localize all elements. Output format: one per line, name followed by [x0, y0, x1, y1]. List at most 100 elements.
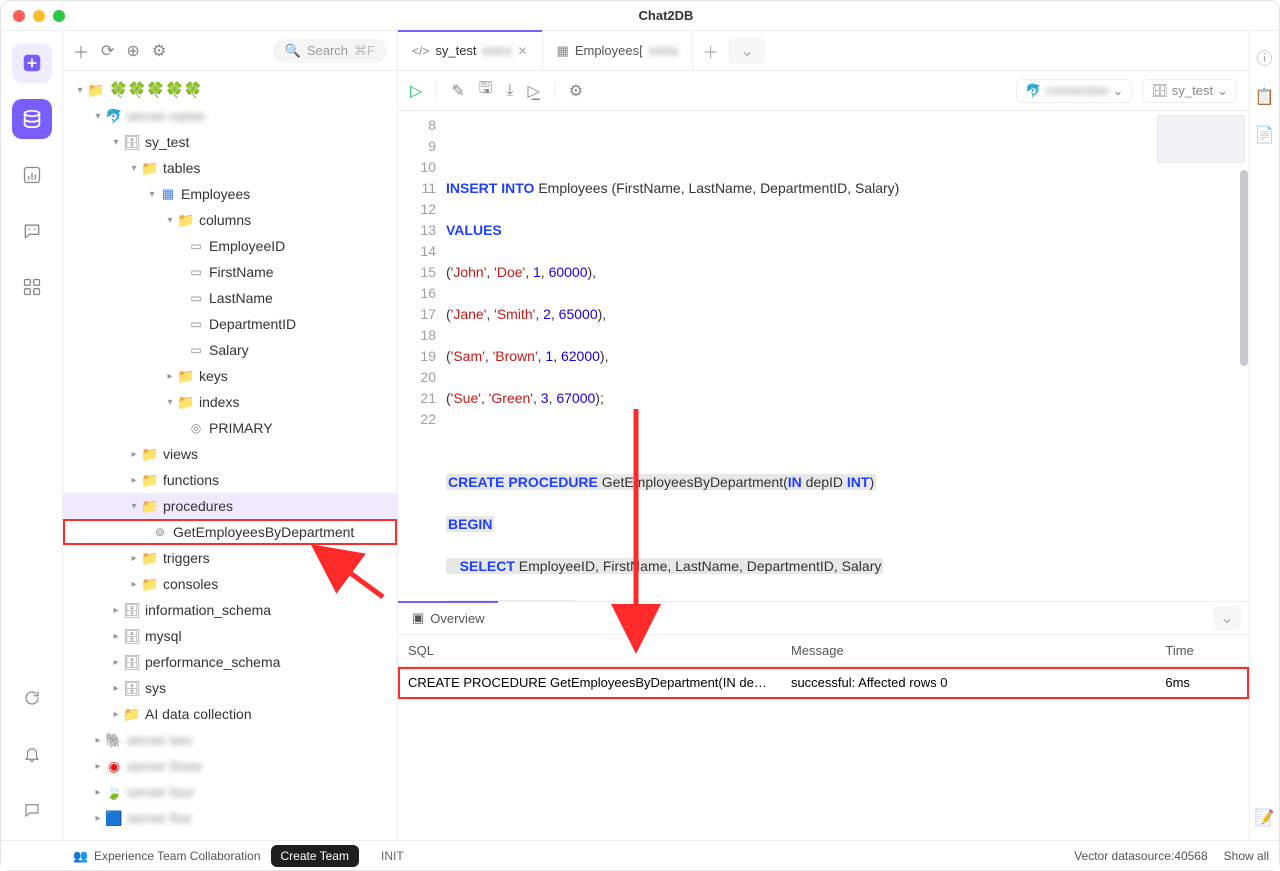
- col-header-sql[interactable]: SQL: [398, 635, 781, 667]
- add-icon[interactable]: ＋: [73, 39, 89, 63]
- close-window[interactable]: [13, 10, 25, 22]
- nav-refresh[interactable]: [12, 678, 52, 718]
- column-icon: ▭: [187, 317, 205, 331]
- database-small-icon: 🗄: [1151, 83, 1168, 99]
- column-icon: ▭: [187, 239, 205, 253]
- mysql-icon: 🐬: [1025, 83, 1041, 99]
- tree-consoles[interactable]: ▸📁consoles: [63, 571, 397, 597]
- results-row[interactable]: CREATE PROCEDURE GetEmployeesByDepartmen…: [398, 667, 1249, 699]
- tree-database[interactable]: ▸🗄sys: [63, 675, 397, 701]
- info-icon[interactable]: ⓘ: [1256, 45, 1272, 69]
- maximize-window[interactable]: [53, 10, 65, 22]
- chevron-down-icon: ⌄: [1217, 83, 1228, 99]
- col-header-message[interactable]: Message: [781, 635, 1155, 667]
- tab-bar: sy_test extra ✕ Employees[ extra ＋ ⌄: [398, 31, 1249, 71]
- scrollbar[interactable]: [1239, 111, 1249, 601]
- nav-chat[interactable]: [12, 211, 52, 251]
- tree-index-primary[interactable]: ◎PRIMARY: [63, 415, 397, 441]
- tree-server[interactable]: ▾🐬server name: [63, 103, 397, 129]
- tree-ai-data[interactable]: ▸📁AI data collection: [63, 701, 397, 727]
- clipboard-icon[interactable]: 📋: [1255, 87, 1275, 107]
- tree-database[interactable]: ▾🗄sy_test: [63, 129, 397, 155]
- table-icon: ▦: [159, 186, 177, 202]
- chevron-down-icon: ⌄: [1112, 83, 1123, 99]
- tab-label: sy_test: [435, 43, 476, 58]
- tree-root[interactable]: ▾📁🍀🍀🍀🍀🍀: [63, 77, 397, 103]
- tree-keys-folder[interactable]: ▸📁keys: [63, 363, 397, 389]
- tree-database[interactable]: ▸🗄information_schema: [63, 597, 397, 623]
- tree-column[interactable]: ▭EmployeeID: [63, 233, 397, 259]
- results-tab-overview[interactable]: ▣Overview: [398, 602, 498, 634]
- connection-tree[interactable]: ▾📁🍀🍀🍀🍀🍀 ▾🐬server name ▾🗄sy_test ▾📁tables…: [63, 71, 397, 840]
- close-tab-icon[interactable]: ✕: [517, 44, 527, 58]
- code-editor[interactable]: 89101112131415 ▷16 171819202122 INSERT I…: [398, 111, 1249, 601]
- nav-apps[interactable]: [12, 267, 52, 307]
- settings-icon[interactable]: ⚙: [569, 81, 583, 101]
- status-show-all[interactable]: Show all: [1224, 849, 1269, 863]
- add-tab-button[interactable]: ＋: [693, 31, 729, 70]
- tree-server[interactable]: ▸🍃server four: [63, 779, 397, 805]
- nav-database[interactable]: [12, 99, 52, 139]
- tree-column[interactable]: ▭Salary: [63, 337, 397, 363]
- tree-column[interactable]: ▭FirstName: [63, 259, 397, 285]
- tree-procedures[interactable]: ▾📁procedures: [63, 493, 397, 519]
- code-area[interactable]: INSERT INTO Employees (FirstName, LastNa…: [446, 111, 1249, 601]
- magic-wand-icon[interactable]: ✎: [451, 81, 464, 101]
- team-collab[interactable]: 👥 Experience Team Collaboration: [73, 849, 261, 863]
- download-icon[interactable]: ⤓: [506, 82, 513, 100]
- tree-tables[interactable]: ▾📁tables: [63, 155, 397, 181]
- gear-icon[interactable]: ⚙: [152, 41, 166, 61]
- tree-column[interactable]: ▭LastName: [63, 285, 397, 311]
- sidebar-search[interactable]: 🔍 Search ⌘F: [273, 39, 387, 63]
- nav-chart[interactable]: [12, 155, 52, 195]
- save-icon[interactable]: 🖫: [479, 77, 493, 104]
- users-icon: 👥: [73, 849, 88, 863]
- target-icon[interactable]: ⊕: [126, 41, 139, 61]
- tree-server[interactable]: ▸🐘server two: [63, 727, 397, 753]
- column-icon: ▭: [187, 343, 205, 357]
- col-header-time[interactable]: Time: [1155, 635, 1249, 667]
- postgres-icon: 🐘: [105, 732, 123, 749]
- apps-icon: [22, 277, 42, 297]
- minimize-window[interactable]: [33, 10, 45, 22]
- run-button[interactable]: ▷: [410, 81, 422, 101]
- code-icon: [412, 43, 429, 58]
- tree-database[interactable]: ▸🗄mysql: [63, 623, 397, 649]
- nav-feedback[interactable]: [12, 790, 52, 830]
- minimap[interactable]: [1157, 115, 1245, 163]
- connection-selector[interactable]: 🐬connection⌄: [1016, 79, 1132, 103]
- tree-indexes-folder[interactable]: ▾📁indexs: [63, 389, 397, 415]
- database-selector[interactable]: 🗄sy_test⌄: [1142, 79, 1237, 103]
- message-icon: [23, 801, 41, 819]
- tabs-dropdown[interactable]: ⌄: [729, 37, 765, 64]
- tree-table-employees[interactable]: ▾▦Employees: [63, 181, 397, 207]
- tree-procedure-item[interactable]: ⊚GetEmployeesByDepartment: [63, 519, 397, 545]
- tree-triggers[interactable]: ▸📁triggers: [63, 545, 397, 571]
- tree-server[interactable]: ▸◉server three: [63, 753, 397, 779]
- tree-column[interactable]: ▭DepartmentID: [63, 311, 397, 337]
- paste-icon[interactable]: 📄: [1255, 125, 1275, 145]
- note-icon[interactable]: 📝: [1255, 808, 1275, 828]
- tree-columns-folder[interactable]: ▾📁columns: [63, 207, 397, 233]
- run-selection-icon[interactable]: ▷̲: [527, 81, 539, 101]
- nav-home[interactable]: [12, 43, 52, 83]
- titlebar: Chat2DB: [1, 1, 1279, 31]
- tree-views[interactable]: ▸📁views: [63, 441, 397, 467]
- database-icon: [21, 108, 43, 130]
- tree-database[interactable]: ▸🗄performance_schema: [63, 649, 397, 675]
- tab-employees[interactable]: Employees[ extra: [543, 31, 693, 70]
- tree-server[interactable]: ▸🟦server five: [63, 805, 397, 831]
- cell-sql: CREATE PROCEDURE GetEmployeesByDepartmen…: [398, 667, 781, 699]
- cell-time: 6ms: [1155, 667, 1249, 699]
- right-rail: ⓘ 📋 📄 📝: [1249, 31, 1279, 840]
- tree-functions[interactable]: ▸📁functions: [63, 467, 397, 493]
- plus-square-icon: [21, 52, 43, 74]
- column-icon: ▭: [187, 265, 205, 279]
- results-dropdown[interactable]: ⌄: [1213, 606, 1241, 630]
- tab-sy-test[interactable]: sy_test extra ✕: [398, 31, 543, 70]
- generic-db-icon: 🟦: [105, 810, 123, 827]
- nav-notifications[interactable]: [12, 734, 52, 774]
- sync-icon[interactable]: ⟳: [101, 41, 114, 61]
- results-tab-label: Overview: [430, 611, 484, 626]
- create-team-button[interactable]: Create Team: [271, 845, 359, 867]
